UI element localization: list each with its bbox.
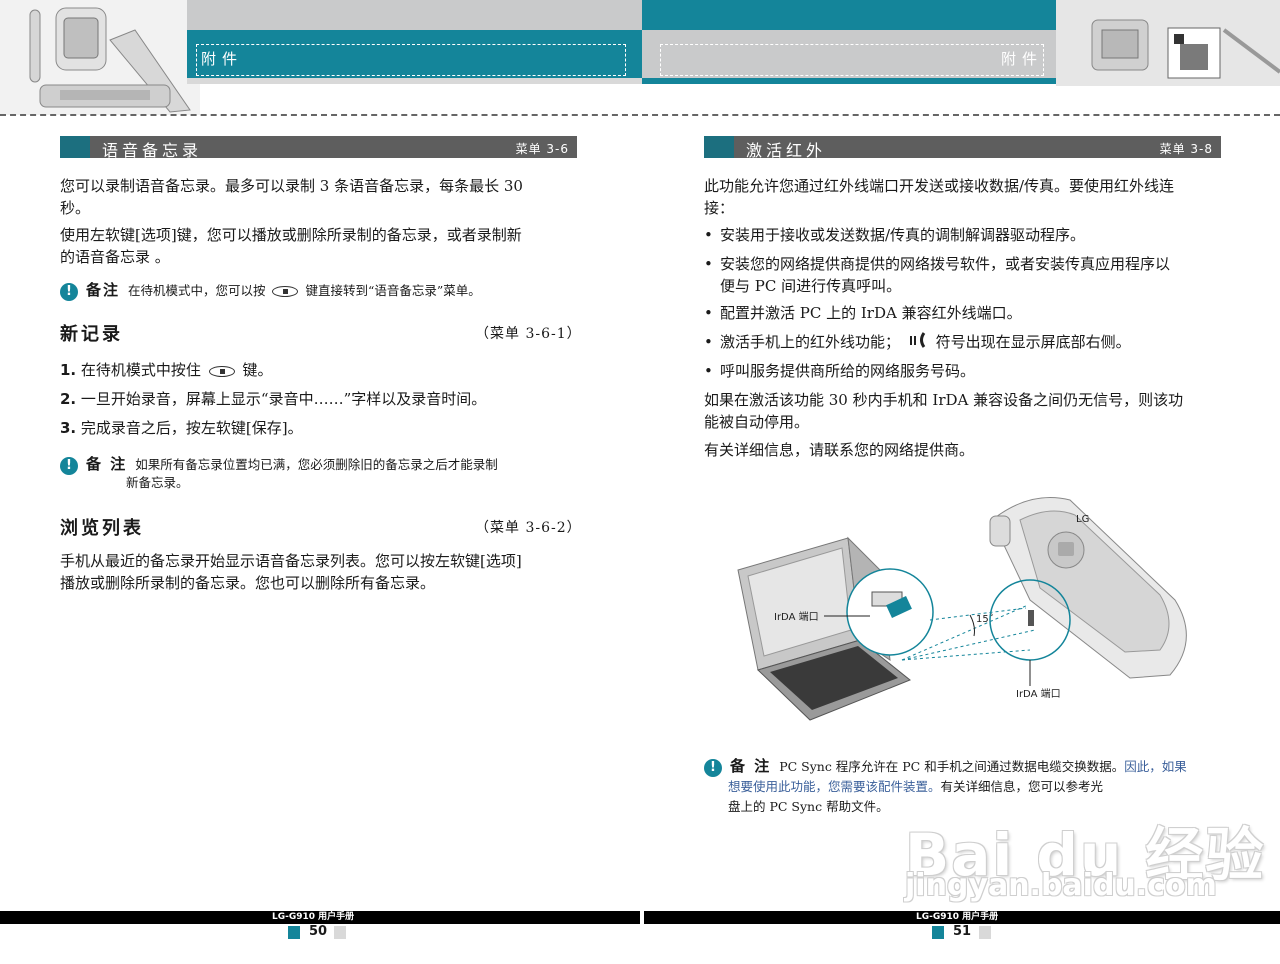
bullet-text: 激活手机上的红外线功能； [720, 333, 901, 351]
infrared-signal-icon [909, 331, 927, 355]
header-dashed-rule [0, 114, 1280, 116]
menu-key-icon [272, 286, 299, 297]
paragraph-line: 播放或删除所录制的备忘录。您也可以删除所有备忘录。 [60, 574, 436, 592]
bullet-item: 激活手机上的红外线功能； 符号出现在显示屏底部右侧。 [704, 331, 1224, 355]
laptop-irda-label: IrDA 端口 [774, 610, 819, 623]
bullet-item: 呼叫服务提供商所给的网络服务号码。 [704, 360, 1224, 382]
paragraph-line: 能被自动停用。 [704, 413, 810, 431]
footer-teal-square [932, 926, 944, 939]
step-number: 3. [60, 419, 77, 437]
bullet-text: 符号出现在显示屏底部右侧。 [935, 333, 1131, 351]
intro-line: 的语音备忘录 。 [60, 248, 170, 266]
header-underline-right [642, 78, 1056, 84]
intro-line: 接： [704, 199, 735, 217]
header-accessory-photo [1056, 0, 1280, 86]
step-text: 键。 [242, 361, 273, 379]
paragraph-line: 如果在激活该功能 30 秒内手机和 IrDA 兼容设备之间仍无信号，则该功 [704, 391, 1184, 409]
bullet-item: 安装用于接收或发送数据/传真的调制解调器驱动程序。 [704, 224, 1224, 246]
header-gray-strip [187, 0, 642, 30]
step-number: 2. [60, 390, 77, 408]
page-number-right: 51 [953, 924, 972, 939]
menu-key-icon [208, 365, 235, 377]
subheading-new-record: 新记录 [60, 324, 123, 345]
step-item: 3. 完成录音之后，按左软键[保存]。 [60, 417, 303, 438]
bullet-text: 便与 PC 间进行传真呼叫。 [720, 277, 902, 295]
intro-line: 使用左软键[选项]键，您可以播放或删除所录制的备忘录，或者录制新 [60, 226, 522, 244]
phone-photo-icon [0, 0, 200, 115]
header-dashed-frame-left [196, 44, 626, 76]
section-menu-number: 菜单 3-8 [1159, 142, 1213, 156]
note-text: 键直接转到“语音备忘录”菜单。 [305, 283, 481, 298]
footer-manual-label-left: LG-G910 用户手册 [272, 912, 355, 922]
section-menu-number: 菜单 3-6 [515, 142, 569, 156]
note-label: 备 注 [85, 455, 128, 473]
subheading-menu-number: （菜单 3-6-2） [475, 520, 582, 536]
note-exclamation-icon: ! [704, 758, 722, 777]
step-text: 完成录音之后，按左软键[保存]。 [80, 419, 303, 437]
step-number: 1. [60, 361, 77, 379]
intro-line: 秒。 [60, 199, 91, 217]
subheading-menu-number: （菜单 3-6-1） [475, 326, 582, 342]
header-dashed-frame-right [660, 44, 1044, 76]
note-text: PC Sync 程序允许在 PC 和手机之间通过数据电缆交换数据。 [779, 759, 1125, 774]
note-text: 想要使用此功能，您需要该配件装置。 [728, 779, 941, 794]
infrared-illustration: 15˚ LG IrDA 端口 IrDA 端口 [730, 480, 1210, 740]
footer-teal-square [288, 926, 300, 939]
header-title-right: 附件 [1001, 50, 1044, 68]
note-exclamation-icon: ! [60, 282, 78, 301]
step-text: 在待机模式中按住 [80, 361, 201, 379]
header-phone-photo [0, 0, 200, 115]
browse-list-paragraph: 手机从最近的备忘录开始显示语音备忘录列表。您可以按左软键[选项] 播放或删除所录… [60, 550, 580, 594]
section-bar-block [704, 136, 734, 158]
subheading-browse-list: 浏览列表 [60, 518, 144, 539]
note-label: 备注 [85, 281, 120, 299]
bullet-item: 配置并激活 PC 上的 IrDA 兼容红外线端口。 [704, 302, 1224, 324]
footer-gray-square [979, 926, 991, 939]
bullet-item: 安装您的网络提供商提供的网络拨号软件，或者安装传真应用程序以 便与 PC 间进行… [704, 253, 1224, 297]
section-bar-block [60, 136, 90, 158]
step-item: 2. 一旦开始录音，屏幕上显示“录音中……”字样以及录音时间。 [60, 388, 486, 409]
page-number-left: 50 [309, 924, 328, 939]
footer-manual-label-right: LG-G910 用户手册 [916, 912, 999, 922]
intro-paragraph-1: 您可以录制语音备忘录。最多可以录制 3 条语音备忘录，每条最长 30 秒。 [60, 175, 580, 219]
note-exclamation-icon: ! [60, 456, 78, 475]
note-text: 因此，如果 [1124, 759, 1187, 774]
contact-provider-paragraph: 有关详细信息，请联系您的网络提供商。 [704, 441, 975, 459]
note-voice-memo-shortcut: ! 备注 在待机模式中，您可以按 键直接转到“语音备忘录”菜单。 [60, 282, 580, 301]
footer-gray-square [334, 926, 346, 939]
section-title: 语音备忘录 [102, 141, 203, 160]
header-underline-left [187, 78, 642, 84]
note-text: 如果所有备忘录位置均已满，您必须删除旧的备忘录之后才能录制 [135, 457, 498, 472]
accessory-box-icon [1056, 0, 1280, 86]
section-title: 激活红外 [746, 141, 827, 160]
note-text: 在待机模式中，您可以按 [127, 283, 266, 298]
intro-paragraph-2: 使用左软键[选项]键，您可以播放或删除所录制的备忘录，或者录制新 的语音备忘录 … [60, 224, 580, 268]
intro-line: 您可以录制语音备忘录。最多可以录制 3 条语音备忘录，每条最长 30 [60, 177, 523, 195]
infrared-intro: 此功能允许您通过红外线端口开发送或接收数据/传真。要使用红外线连 接： [704, 175, 1224, 219]
note-label: 备 注 [729, 757, 772, 775]
bullet-text: 安装您的网络提供商提供的网络拨号软件，或者安装传真应用程序以 [720, 255, 1171, 273]
note-text: 新备忘录。 [126, 474, 189, 490]
header-teal-strip-right [642, 0, 1056, 30]
note-text: 有关详细信息，您可以参考光 [940, 779, 1104, 794]
watermark-url: jingyan.baidu.com [905, 868, 1217, 903]
brand-label: LG [1076, 514, 1089, 525]
note-memory-full: ! 备 注 如果所有备忘录位置均已满，您必须删除旧的备忘录之后才能录制 新备忘录… [60, 456, 580, 491]
step-text: 一旦开始录音，屏幕上显示“录音中……”字样以及录音时间。 [80, 390, 487, 408]
section-bar-voice-memo: 语音备忘录 菜单 3-6 [60, 136, 577, 160]
paragraph-line: 手机从最近的备忘录开始显示语音备忘录列表。您可以按左软键[选项] [60, 552, 522, 570]
phone-irda-label: IrDA 端口 [1016, 687, 1061, 700]
step-item: 1. 在待机模式中按住 键。 [60, 359, 273, 380]
section-bar-infrared: 激活红外 菜单 3-8 [704, 136, 1221, 160]
auto-disable-paragraph: 如果在激活该功能 30 秒内手机和 IrDA 兼容设备之间仍无信号，则该功 能被… [704, 389, 1224, 433]
intro-line: 此功能允许您通过红外线端口开发送或接收数据/传真。要使用红外线连 [704, 177, 1175, 195]
header-title-left: 附件 [201, 50, 244, 68]
